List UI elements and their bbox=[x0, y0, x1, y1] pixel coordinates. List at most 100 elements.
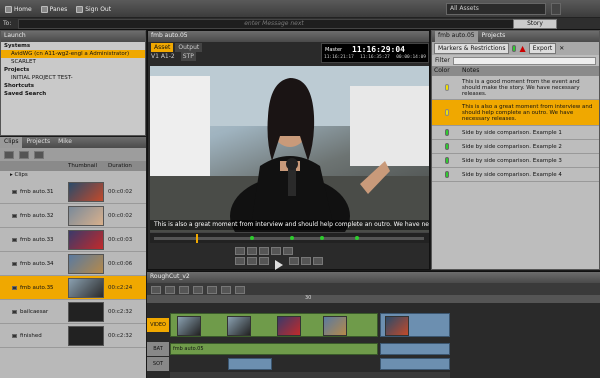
tab-markers-asset[interactable]: fmb auto.05 bbox=[435, 31, 478, 42]
marker-dot-icon[interactable] bbox=[355, 236, 359, 240]
video-frame bbox=[150, 66, 429, 232]
sequence-tab[interactable]: RoughCut_v2 bbox=[147, 272, 600, 283]
clip-row[interactable]: fmb auto.32 00:c0:02 bbox=[0, 204, 146, 228]
audio-clip[interactable] bbox=[228, 358, 272, 370]
close-icon[interactable]: ✕ bbox=[559, 45, 564, 52]
tab-projects[interactable]: Projects bbox=[22, 137, 54, 148]
clip-row-selected[interactable]: fmb auto.35 00:c2:24 bbox=[0, 276, 146, 300]
video-clip[interactable] bbox=[170, 313, 378, 337]
video-clip[interactable] bbox=[380, 313, 450, 337]
green-marker-icon[interactable] bbox=[512, 45, 517, 52]
marker-dot-icon[interactable] bbox=[320, 236, 324, 240]
tool-icon[interactable] bbox=[235, 286, 245, 294]
subtitle-overlay: This is also a great moment from intervi… bbox=[150, 220, 429, 230]
audio-clip[interactable] bbox=[380, 343, 450, 355]
rewind-icon[interactable] bbox=[247, 257, 257, 265]
marker-row-selected[interactable]: This is also a great moment from intervi… bbox=[432, 100, 599, 126]
timeline-ruler[interactable]: 30 bbox=[147, 295, 600, 303]
story-button[interactable]: Story bbox=[513, 19, 557, 29]
marker-row[interactable]: Side by side comparison. Example 1 bbox=[432, 126, 599, 140]
playhead-icon[interactable] bbox=[196, 234, 198, 243]
col-color: Color bbox=[434, 67, 450, 74]
viewer-tab[interactable]: fmb auto.05 bbox=[148, 31, 429, 42]
step-back-icon[interactable] bbox=[259, 247, 269, 255]
launch-header: Launch bbox=[1, 31, 145, 42]
timeline-scrollbar[interactable] bbox=[170, 372, 450, 378]
launch-item-scarlet[interactable]: SCARLET bbox=[1, 58, 145, 66]
tool-icon[interactable] bbox=[165, 286, 175, 294]
clips-folder[interactable]: ▸ Clips bbox=[0, 171, 146, 180]
assets-select[interactable]: All Assets bbox=[446, 3, 546, 15]
clip-thumbnail bbox=[177, 316, 201, 336]
track-label-bat[interactable]: BAT bbox=[147, 342, 169, 356]
marker-row[interactable]: This is a good moment from the event and… bbox=[432, 76, 599, 100]
clip-row[interactable]: finished 00:c2:32 bbox=[0, 324, 146, 348]
stp-button[interactable]: STP bbox=[180, 52, 196, 61]
search-toggle-icon[interactable] bbox=[551, 3, 561, 15]
mark-in-icon[interactable] bbox=[235, 247, 245, 255]
go-end-icon[interactable] bbox=[312, 257, 323, 265]
panes-button[interactable]: Panes bbox=[39, 3, 70, 15]
marker-row[interactable]: Side by side comparison. Example 3 bbox=[432, 154, 599, 168]
forward-icon[interactable] bbox=[19, 150, 29, 159]
green-marker-icon bbox=[445, 129, 449, 136]
mark-out-icon[interactable] bbox=[247, 247, 257, 255]
launch-item-saved-search[interactable]: Saved Search bbox=[1, 90, 145, 98]
prev-frame-icon[interactable] bbox=[259, 257, 269, 265]
filter-label: Filter bbox=[435, 57, 450, 64]
play-icon[interactable] bbox=[274, 259, 283, 270]
clip-row[interactable]: fmb auto.33 00:c0:03 bbox=[0, 228, 146, 252]
green-marker-icon bbox=[445, 171, 449, 178]
marker-row[interactable]: Side by side comparison. Example 4 bbox=[432, 168, 599, 182]
clips-header: Thumbnail Duration bbox=[0, 161, 146, 171]
clip-thumbnail bbox=[68, 325, 104, 346]
home-icon bbox=[5, 5, 12, 13]
launch-item-systems[interactable]: Systems bbox=[1, 42, 145, 50]
tool-icon[interactable] bbox=[207, 286, 217, 294]
launch-item-projects[interactable]: Projects bbox=[1, 66, 145, 74]
tab-clips[interactable]: Clips bbox=[0, 137, 23, 148]
tab-projects-right[interactable]: Projects bbox=[482, 31, 506, 42]
message-input[interactable]: enter Message next bbox=[18, 19, 530, 29]
go-start-icon[interactable] bbox=[235, 257, 245, 265]
clip-row[interactable]: fmb auto.34 00:c0:06 bbox=[0, 252, 146, 276]
audio-clip[interactable]: fmb auto.05 bbox=[170, 343, 378, 355]
clip-thumbnail bbox=[68, 253, 104, 274]
warning-icon[interactable]: ▲ bbox=[519, 44, 525, 53]
clip-row[interactable]: fmb auto.31 00:c0:02 bbox=[0, 180, 146, 204]
tab-mike[interactable]: Mike bbox=[54, 137, 76, 148]
filter-input[interactable] bbox=[452, 56, 596, 65]
launch-item-initial-project[interactable]: INITIAL PROJECT TEST- bbox=[1, 74, 145, 82]
marker-row[interactable]: Side by side comparison. Example 2 bbox=[432, 140, 599, 154]
clip-row[interactable]: bailcaesar 00:c2:32 bbox=[0, 300, 146, 324]
track-label-sot[interactable]: SOT bbox=[147, 357, 169, 371]
video-frame-image bbox=[150, 66, 429, 232]
marker-dot-icon[interactable] bbox=[250, 236, 254, 240]
audio-clip[interactable] bbox=[380, 358, 450, 370]
clips-tabbar: Clips Projects Mike bbox=[0, 137, 146, 148]
tool-icon[interactable] bbox=[193, 286, 203, 294]
refresh-icon[interactable] bbox=[34, 150, 44, 159]
step-fwd-icon[interactable] bbox=[271, 247, 281, 255]
viewer-scrub-bar[interactable] bbox=[150, 232, 429, 243]
sign-out-button[interactable]: Sign Out bbox=[74, 3, 113, 15]
back-icon[interactable] bbox=[4, 150, 14, 159]
tab-output[interactable]: Output bbox=[175, 43, 203, 52]
tool-icon[interactable] bbox=[221, 286, 231, 294]
tool-icon[interactable] bbox=[151, 286, 161, 294]
home-button[interactable]: Home bbox=[3, 3, 34, 15]
marker-dot-icon[interactable] bbox=[290, 236, 294, 240]
clip-icon bbox=[12, 333, 17, 338]
tab-asset[interactable]: Asset bbox=[151, 43, 174, 52]
clear-icon[interactable] bbox=[283, 247, 293, 255]
launch-item-avidwg[interactable]: AvidWG (cn A11-wg2-engl a Administrator) bbox=[1, 50, 145, 58]
fast-forward-icon[interactable] bbox=[300, 257, 311, 265]
tool-icon[interactable] bbox=[179, 286, 189, 294]
clip-thumbnail bbox=[68, 301, 104, 322]
clip-thumbnail bbox=[68, 181, 104, 202]
next-frame-icon[interactable] bbox=[288, 257, 299, 265]
export-button[interactable]: Export bbox=[528, 43, 557, 54]
markers-dropdown[interactable]: Markers & Restrictions bbox=[434, 43, 510, 54]
launch-item-shortcuts[interactable]: Shortcuts bbox=[1, 82, 145, 90]
track-label-video[interactable]: VIDEO bbox=[147, 318, 169, 332]
